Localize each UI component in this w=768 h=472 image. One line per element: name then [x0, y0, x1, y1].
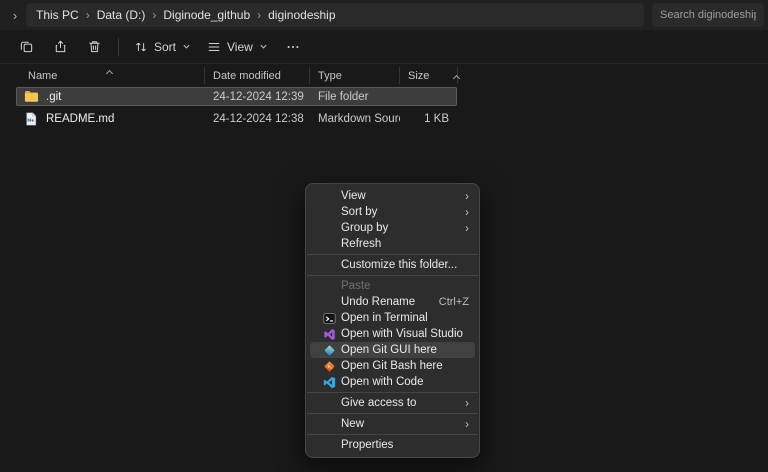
column-header-size[interactable]: Size — [400, 67, 458, 84]
search-input[interactable] — [660, 9, 756, 21]
chevron-right-icon: › — [85, 8, 91, 22]
menu-item-give-access-to[interactable]: Give access to › — [310, 395, 475, 411]
file-type: Markdown Source ... — [310, 113, 400, 125]
column-header-size-label: Size — [408, 70, 429, 82]
file-list: Name Date modified Type Size .git 24-12-… — [0, 64, 768, 128]
scroll-up-icon[interactable] — [454, 72, 459, 84]
file-date: 24-12-2024 12:38 — [205, 113, 310, 125]
menu-item-open-git-gui-here[interactable]: Open Git GUI here — [310, 342, 475, 358]
more-options-icon — [286, 40, 300, 54]
folder-icon — [23, 89, 39, 105]
breadcrumb-item-diginode-github[interactable]: Diginode_github — [157, 3, 256, 27]
menu-item-properties[interactable]: Properties — [310, 437, 475, 453]
delete-button[interactable] — [78, 33, 110, 61]
share-icon — [53, 39, 68, 54]
breadcrumb-item-diginodeship[interactable]: diginodeship — [262, 3, 341, 27]
chevron-right-icon: › — [465, 397, 469, 409]
column-header-type[interactable]: Type — [310, 67, 400, 84]
breadcrumb[interactable]: This PC › Data (D:) › Diginode_github › … — [26, 3, 644, 27]
menu-item-customize-folder[interactable]: Customize this folder... — [310, 257, 475, 273]
file-row-git[interactable]: .git 24-12-2024 12:39 File folder — [16, 87, 457, 106]
view-button[interactable]: View — [200, 33, 275, 61]
file-name: README.md — [46, 113, 114, 125]
menu-separator — [307, 254, 478, 255]
search-box[interactable] — [652, 3, 764, 27]
menu-item-paste: Paste — [310, 278, 475, 294]
delete-icon — [87, 39, 102, 54]
copy-button[interactable] — [10, 33, 42, 61]
vscode-icon — [322, 375, 336, 389]
file-type: File folder — [310, 91, 400, 103]
menu-separator — [307, 392, 478, 393]
file-size: 1 KB — [400, 113, 457, 125]
chevron-right-icon: › — [465, 190, 469, 202]
breadcrumb-item-data-d[interactable]: Data (D:) — [91, 3, 152, 27]
file-name: .git — [46, 91, 61, 103]
breadcrumb-item-this-pc[interactable]: This PC — [30, 3, 85, 27]
sort-button[interactable]: Sort — [127, 33, 198, 61]
menu-item-open-with-code[interactable]: Open with Code — [310, 374, 475, 390]
breadcrumb-chevron-icon[interactable]: › — [6, 3, 24, 27]
menu-item-open-with-visual-studio[interactable]: Open with Visual Studio — [310, 326, 475, 342]
column-header-type-label: Type — [318, 70, 342, 82]
menu-item-sort-by[interactable]: Sort by › — [310, 204, 475, 220]
column-header-date-modified[interactable]: Date modified — [205, 67, 310, 84]
menu-item-open-in-terminal[interactable]: Open in Terminal — [310, 310, 475, 326]
menu-separator — [307, 275, 478, 276]
menu-item-open-git-bash-here[interactable]: Open Git Bash here — [310, 358, 475, 374]
menu-item-group-by[interactable]: Group by › — [310, 220, 475, 236]
share-button[interactable] — [44, 33, 76, 61]
column-headers: Name Date modified Type Size — [16, 67, 459, 84]
visual-studio-icon — [322, 327, 336, 341]
menu-item-new[interactable]: New › — [310, 416, 475, 432]
git-gui-icon — [322, 343, 336, 357]
view-label: View — [227, 40, 253, 54]
command-toolbar: Sort View — [0, 30, 768, 64]
sort-icon — [134, 40, 148, 54]
toolbar-divider — [118, 38, 119, 56]
menu-separator — [307, 434, 478, 435]
sort-label: Sort — [154, 40, 176, 54]
chevron-right-icon: › — [465, 222, 469, 234]
chevron-right-icon: › — [465, 206, 469, 218]
more-options-button[interactable] — [277, 33, 309, 61]
chevron-down-icon — [182, 42, 191, 51]
markdown-file-icon — [23, 111, 39, 127]
view-icon — [207, 40, 221, 54]
git-bash-icon — [322, 359, 336, 373]
menu-item-view[interactable]: View › — [310, 188, 475, 204]
address-toolbar: › This PC › Data (D:) › Diginode_github … — [0, 0, 768, 30]
copy-icon — [19, 39, 34, 54]
terminal-icon — [322, 311, 336, 325]
context-menu: View › Sort by › Group by › Refresh Cust… — [305, 183, 480, 458]
sort-ascending-icon — [107, 67, 112, 79]
file-date: 24-12-2024 12:39 — [205, 91, 310, 103]
menu-item-refresh[interactable]: Refresh — [310, 236, 475, 252]
column-header-name[interactable]: Name — [16, 67, 205, 84]
file-row-readme[interactable]: README.md 24-12-2024 12:38 Markdown Sour… — [16, 109, 457, 128]
menu-item-undo-rename[interactable]: Undo Rename Ctrl+Z — [310, 294, 475, 310]
chevron-right-icon: › — [465, 418, 469, 430]
column-header-name-label: Name — [28, 70, 57, 82]
menu-shortcut: Ctrl+Z — [439, 296, 469, 308]
menu-separator — [307, 413, 478, 414]
column-header-date-label: Date modified — [213, 70, 281, 82]
chevron-down-icon — [259, 42, 268, 51]
